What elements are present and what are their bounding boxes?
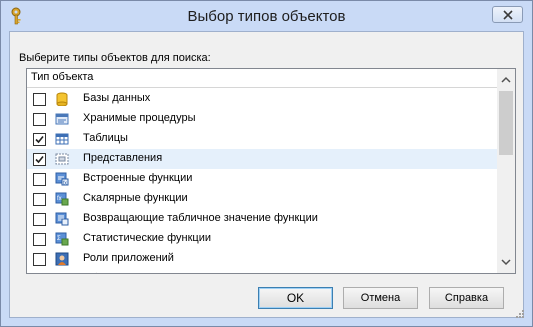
checkmark-icon	[35, 135, 44, 144]
list-item-label: Сборки	[83, 272, 120, 273]
object-type-checkbox[interactable]	[33, 253, 46, 266]
list-item-label: Встроенные функции	[83, 172, 193, 184]
list-item[interactable]: Роли приложений	[27, 249, 497, 269]
vertical-scrollbar[interactable]	[497, 69, 515, 273]
list-item[interactable]: Базы данных	[27, 89, 497, 109]
object-type-checkbox[interactable]	[33, 273, 46, 274]
scalar-function-icon: fx	[55, 192, 69, 206]
object-types-rows: Базы данных Хранимые процедуры Таблицы Пред…	[27, 89, 497, 274]
list-item[interactable]: fx Скалярные функции	[27, 189, 497, 209]
list-item[interactable]: Возвращающие табличное значение функции	[27, 209, 497, 229]
svg-text:fx: fx	[63, 181, 67, 187]
list-item[interactable]: Сборки	[27, 269, 497, 274]
object-types-list[interactable]: Тип объекта Базы данных Хранимые процедур…	[26, 68, 516, 274]
aggregate-function-icon: Σ	[55, 232, 69, 246]
application-role-icon	[55, 252, 69, 266]
checkmark-icon	[35, 155, 44, 164]
title-bar[interactable]: Выбор типов объектов	[1, 1, 532, 31]
scroll-down-arrow-icon[interactable]	[501, 257, 511, 267]
table-valued-function-icon	[55, 212, 69, 226]
object-type-checkbox[interactable]	[33, 153, 46, 166]
window-title: Выбор типов объектов	[187, 8, 346, 25]
object-type-checkbox[interactable]	[33, 133, 46, 146]
list-item-label: Статистические функции	[83, 232, 211, 244]
list-item-label: Представления	[83, 152, 163, 164]
list-item-label: Таблицы	[83, 132, 128, 144]
object-type-checkbox[interactable]	[33, 113, 46, 126]
resize-grip-icon[interactable]	[515, 309, 525, 319]
scroll-up-arrow-icon[interactable]	[501, 75, 511, 85]
object-type-checkbox[interactable]	[33, 233, 46, 246]
list-item[interactable]: Представления	[27, 149, 497, 169]
list-item-label: Возвращающие табличное значение функции	[83, 212, 318, 224]
view-icon	[55, 153, 69, 165]
svg-text:Σ: Σ	[57, 236, 61, 242]
list-item[interactable]: Σ Статистические функции	[27, 229, 497, 249]
object-type-checkbox[interactable]	[33, 213, 46, 226]
stored-procedure-icon	[55, 113, 69, 125]
database-icon	[56, 92, 68, 106]
svg-text:fx: fx	[57, 196, 62, 202]
close-button[interactable]	[492, 6, 523, 23]
list-item[interactable]: Хранимые процедуры	[27, 109, 497, 129]
object-type-checkbox[interactable]	[33, 93, 46, 106]
object-type-checkbox[interactable]	[33, 193, 46, 206]
cancel-button[interactable]: Отмена	[343, 287, 418, 309]
list-item[interactable]: Таблицы	[27, 129, 497, 149]
scrollbar-thumb[interactable]	[499, 91, 513, 155]
list-item-label: Хранимые процедуры	[83, 112, 196, 124]
help-button[interactable]: Справка	[429, 287, 504, 309]
inline-function-icon: fx	[55, 172, 69, 186]
column-header-label: Тип объекта	[31, 71, 94, 83]
column-header-object-type[interactable]: Тип объекта	[27, 69, 497, 88]
assembly-icon	[55, 272, 69, 274]
list-item-label: Скалярные функции	[83, 192, 188, 204]
close-icon	[503, 10, 513, 20]
object-types-prompt: Выберите типы объектов для поиска:	[19, 52, 211, 64]
ok-button[interactable]: OK	[258, 287, 333, 309]
list-item-label: Базы данных	[83, 92, 151, 104]
object-type-checkbox[interactable]	[33, 173, 46, 186]
list-item[interactable]: fx Встроенные функции	[27, 169, 497, 189]
table-icon	[55, 133, 69, 145]
list-item-label: Роли приложений	[83, 252, 174, 264]
